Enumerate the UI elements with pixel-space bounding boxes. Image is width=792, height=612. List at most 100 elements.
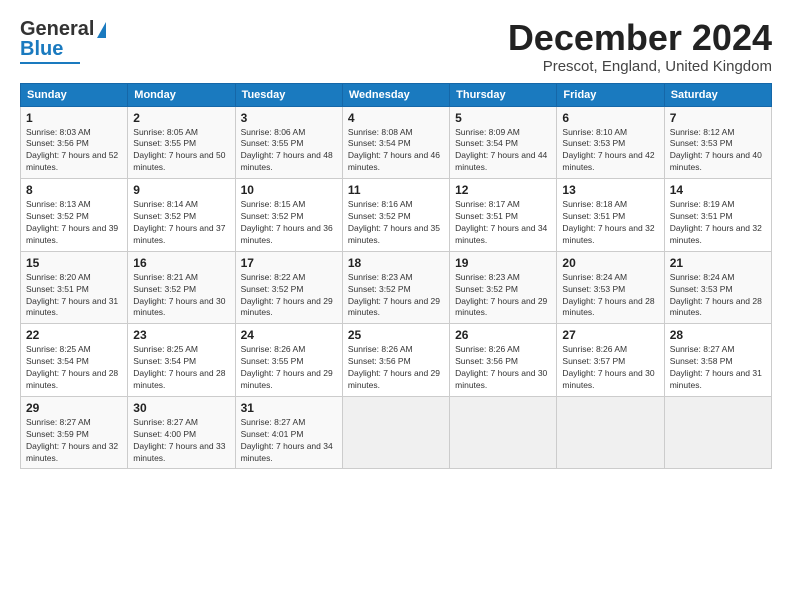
weekday-header: Sunday [21,83,128,106]
day-info: Sunrise: 8:26 AM Sunset: 3:57 PM Dayligh… [562,344,658,392]
day-number: 3 [241,111,337,125]
page-header: General Blue December 2024 Prescot, Engl… [20,18,772,75]
day-number: 7 [670,111,766,125]
day-info: Sunrise: 8:25 AM Sunset: 3:54 PM Dayligh… [133,344,229,392]
calendar-cell: 4 Sunrise: 8:08 AM Sunset: 3:54 PM Dayli… [342,106,449,179]
day-number: 10 [241,183,337,197]
calendar-cell [450,396,557,469]
day-number: 23 [133,328,229,342]
weekday-header: Tuesday [235,83,342,106]
calendar-cell: 11 Sunrise: 8:16 AM Sunset: 3:52 PM Dayl… [342,179,449,252]
calendar-cell: 27 Sunrise: 8:26 AM Sunset: 3:57 PM Dayl… [557,324,664,397]
day-number: 30 [133,401,229,415]
calendar-page: General Blue December 2024 Prescot, Engl… [0,0,792,612]
day-number: 14 [670,183,766,197]
calendar-cell: 18 Sunrise: 8:23 AM Sunset: 3:52 PM Dayl… [342,251,449,324]
day-number: 20 [562,256,658,270]
calendar-cell: 8 Sunrise: 8:13 AM Sunset: 3:52 PM Dayli… [21,179,128,252]
day-info: Sunrise: 8:25 AM Sunset: 3:54 PM Dayligh… [26,344,122,392]
day-number: 9 [133,183,229,197]
logo: General Blue [20,18,106,64]
day-info: Sunrise: 8:16 AM Sunset: 3:52 PM Dayligh… [348,199,444,247]
day-number: 6 [562,111,658,125]
day-info: Sunrise: 8:27 AM Sunset: 3:58 PM Dayligh… [670,344,766,392]
day-info: Sunrise: 8:22 AM Sunset: 3:52 PM Dayligh… [241,272,337,320]
day-number: 13 [562,183,658,197]
calendar-cell: 29 Sunrise: 8:27 AM Sunset: 3:59 PM Dayl… [21,396,128,469]
day-info: Sunrise: 8:05 AM Sunset: 3:55 PM Dayligh… [133,127,229,175]
month-title: December 2024 [508,18,772,58]
calendar-week-row: 15 Sunrise: 8:20 AM Sunset: 3:51 PM Dayl… [21,251,772,324]
calendar-week-row: 22 Sunrise: 8:25 AM Sunset: 3:54 PM Dayl… [21,324,772,397]
weekday-header-row: SundayMondayTuesdayWednesdayThursdayFrid… [21,83,772,106]
day-info: Sunrise: 8:23 AM Sunset: 3:52 PM Dayligh… [348,272,444,320]
day-number: 19 [455,256,551,270]
day-number: 16 [133,256,229,270]
day-info: Sunrise: 8:08 AM Sunset: 3:54 PM Dayligh… [348,127,444,175]
day-info: Sunrise: 8:27 AM Sunset: 3:59 PM Dayligh… [26,417,122,465]
day-number: 18 [348,256,444,270]
calendar-cell: 20 Sunrise: 8:24 AM Sunset: 3:53 PM Dayl… [557,251,664,324]
day-number: 1 [26,111,122,125]
day-number: 22 [26,328,122,342]
calendar-cell: 16 Sunrise: 8:21 AM Sunset: 3:52 PM Dayl… [128,251,235,324]
calendar-cell: 12 Sunrise: 8:17 AM Sunset: 3:51 PM Dayl… [450,179,557,252]
day-info: Sunrise: 8:24 AM Sunset: 3:53 PM Dayligh… [670,272,766,320]
day-number: 25 [348,328,444,342]
day-info: Sunrise: 8:13 AM Sunset: 3:52 PM Dayligh… [26,199,122,247]
day-info: Sunrise: 8:12 AM Sunset: 3:53 PM Dayligh… [670,127,766,175]
day-number: 27 [562,328,658,342]
logo-text: General [20,18,106,40]
calendar-cell: 14 Sunrise: 8:19 AM Sunset: 3:51 PM Dayl… [664,179,771,252]
day-info: Sunrise: 8:27 AM Sunset: 4:00 PM Dayligh… [133,417,229,465]
calendar-cell: 25 Sunrise: 8:26 AM Sunset: 3:56 PM Dayl… [342,324,449,397]
logo-text2: Blue [20,38,63,60]
day-info: Sunrise: 8:18 AM Sunset: 3:51 PM Dayligh… [562,199,658,247]
location: Prescot, England, United Kingdom [508,58,772,75]
weekday-header: Friday [557,83,664,106]
day-info: Sunrise: 8:23 AM Sunset: 3:52 PM Dayligh… [455,272,551,320]
day-number: 12 [455,183,551,197]
day-number: 21 [670,256,766,270]
calendar-cell: 5 Sunrise: 8:09 AM Sunset: 3:54 PM Dayli… [450,106,557,179]
calendar-cell: 17 Sunrise: 8:22 AM Sunset: 3:52 PM Dayl… [235,251,342,324]
calendar-cell: 22 Sunrise: 8:25 AM Sunset: 3:54 PM Dayl… [21,324,128,397]
title-block: December 2024 Prescot, England, United K… [508,18,772,75]
day-number: 31 [241,401,337,415]
day-info: Sunrise: 8:20 AM Sunset: 3:51 PM Dayligh… [26,272,122,320]
calendar-cell: 7 Sunrise: 8:12 AM Sunset: 3:53 PM Dayli… [664,106,771,179]
day-number: 24 [241,328,337,342]
calendar-cell: 1 Sunrise: 8:03 AM Sunset: 3:56 PM Dayli… [21,106,128,179]
day-info: Sunrise: 8:27 AM Sunset: 4:01 PM Dayligh… [241,417,337,465]
day-info: Sunrise: 8:14 AM Sunset: 3:52 PM Dayligh… [133,199,229,247]
day-info: Sunrise: 8:17 AM Sunset: 3:51 PM Dayligh… [455,199,551,247]
day-number: 5 [455,111,551,125]
calendar-cell: 26 Sunrise: 8:26 AM Sunset: 3:56 PM Dayl… [450,324,557,397]
day-number: 8 [26,183,122,197]
day-info: Sunrise: 8:06 AM Sunset: 3:55 PM Dayligh… [241,127,337,175]
calendar-cell [664,396,771,469]
calendar-cell: 31 Sunrise: 8:27 AM Sunset: 4:01 PM Dayl… [235,396,342,469]
calendar-cell: 2 Sunrise: 8:05 AM Sunset: 3:55 PM Dayli… [128,106,235,179]
calendar-cell: 23 Sunrise: 8:25 AM Sunset: 3:54 PM Dayl… [128,324,235,397]
day-number: 11 [348,183,444,197]
day-info: Sunrise: 8:15 AM Sunset: 3:52 PM Dayligh… [241,199,337,247]
day-info: Sunrise: 8:03 AM Sunset: 3:56 PM Dayligh… [26,127,122,175]
day-number: 29 [26,401,122,415]
calendar-cell: 10 Sunrise: 8:15 AM Sunset: 3:52 PM Dayl… [235,179,342,252]
day-number: 4 [348,111,444,125]
day-info: Sunrise: 8:26 AM Sunset: 3:55 PM Dayligh… [241,344,337,392]
calendar-cell: 24 Sunrise: 8:26 AM Sunset: 3:55 PM Dayl… [235,324,342,397]
weekday-header: Monday [128,83,235,106]
calendar-cell: 28 Sunrise: 8:27 AM Sunset: 3:58 PM Dayl… [664,324,771,397]
day-info: Sunrise: 8:19 AM Sunset: 3:51 PM Dayligh… [670,199,766,247]
calendar-cell: 13 Sunrise: 8:18 AM Sunset: 3:51 PM Dayl… [557,179,664,252]
calendar-cell: 30 Sunrise: 8:27 AM Sunset: 4:00 PM Dayl… [128,396,235,469]
calendar-cell: 15 Sunrise: 8:20 AM Sunset: 3:51 PM Dayl… [21,251,128,324]
day-number: 17 [241,256,337,270]
calendar-week-row: 1 Sunrise: 8:03 AM Sunset: 3:56 PM Dayli… [21,106,772,179]
day-number: 28 [670,328,766,342]
calendar-table: SundayMondayTuesdayWednesdayThursdayFrid… [20,83,772,470]
weekday-header: Saturday [664,83,771,106]
day-number: 2 [133,111,229,125]
